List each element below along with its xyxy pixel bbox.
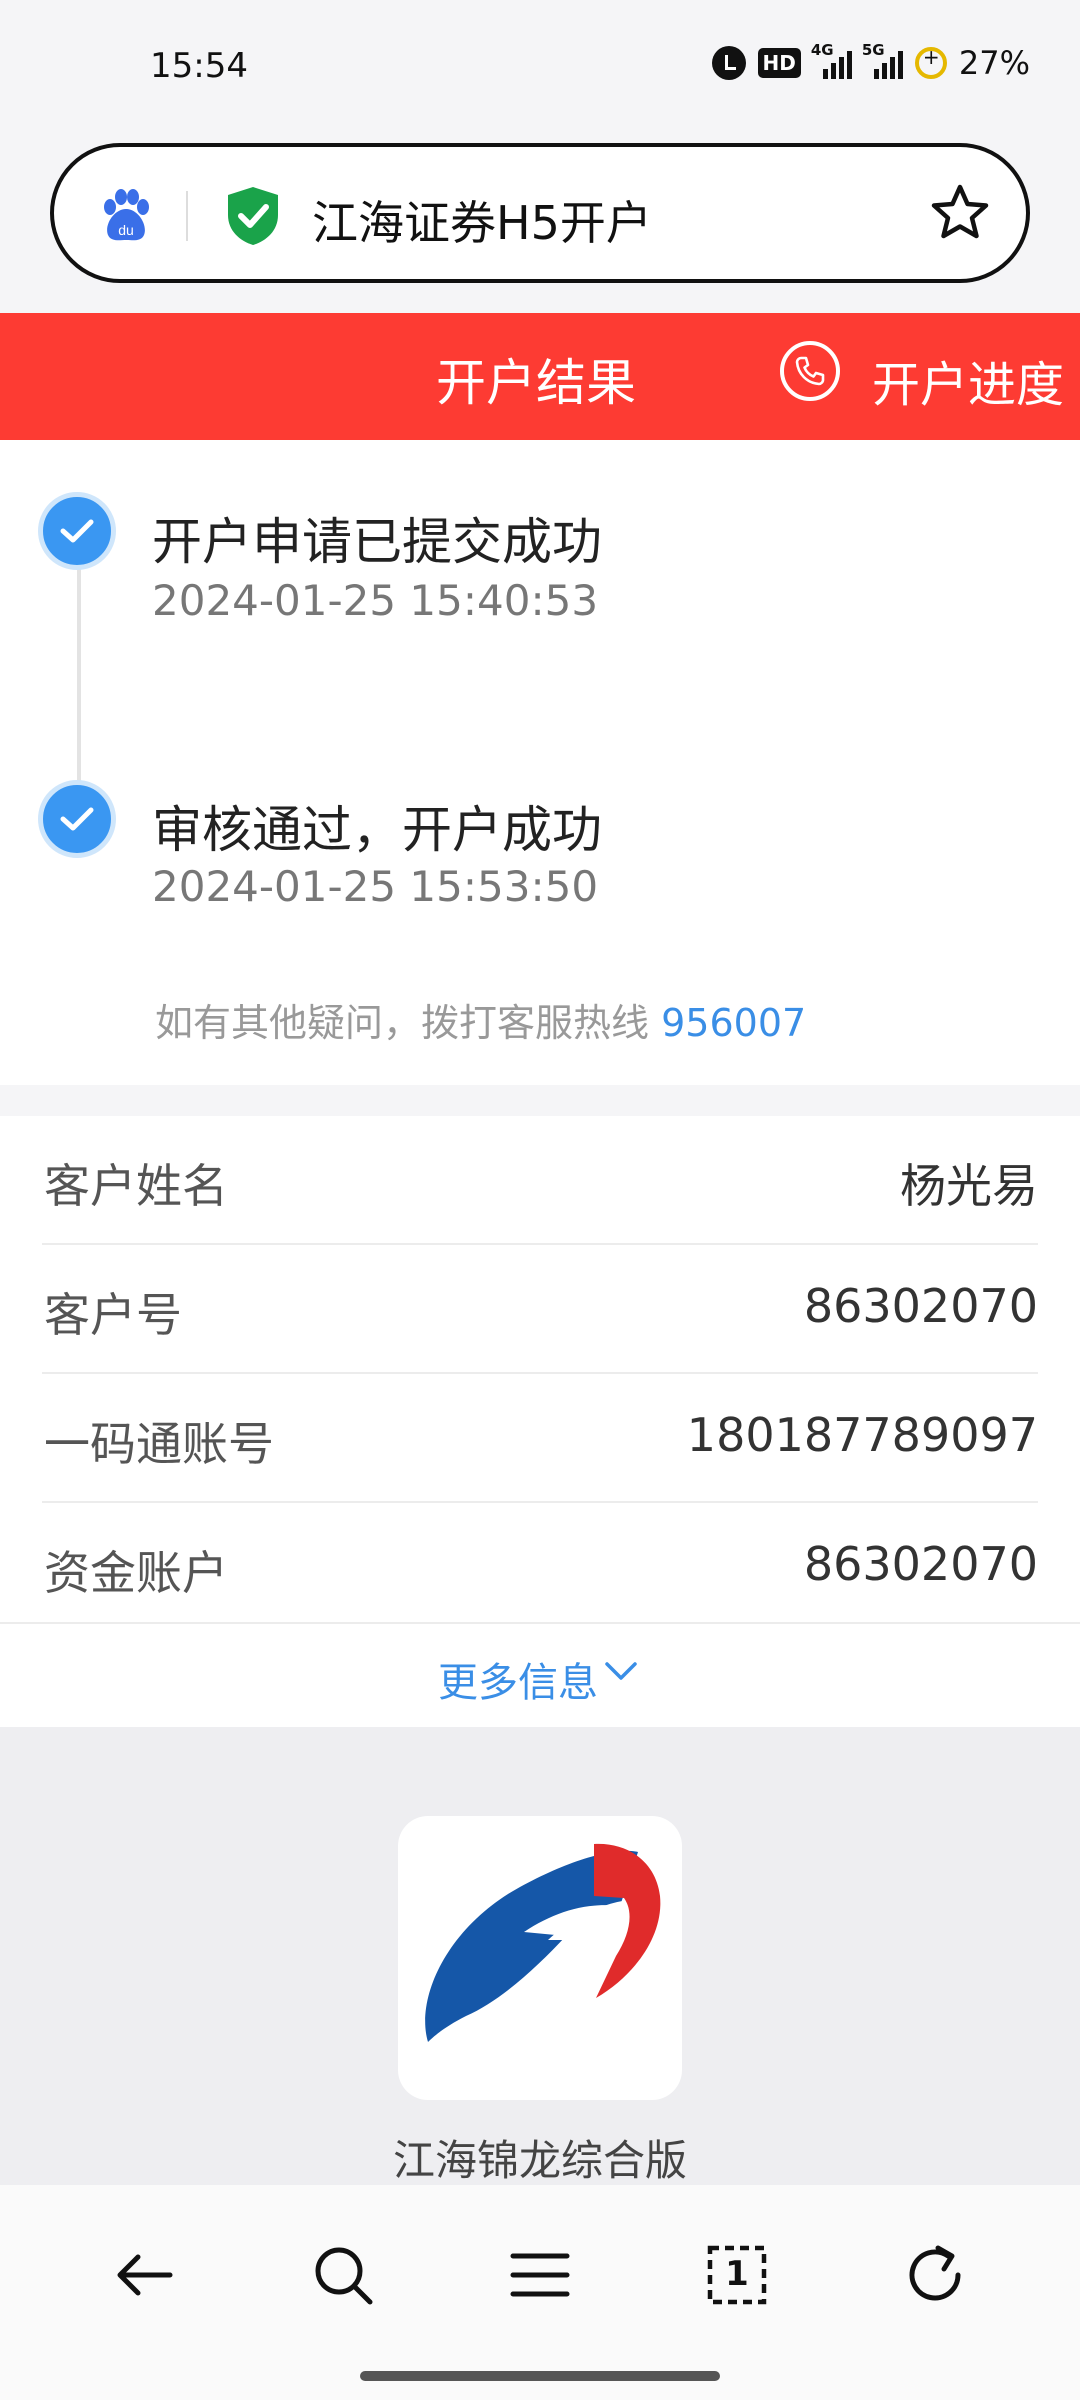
account-info-list: 客户姓名 杨光易 客户号 86302070 一码通账号 180187789097…: [0, 1116, 1080, 1630]
info-label: 客户号: [44, 1288, 182, 1342]
security-shield-icon: [228, 187, 278, 245]
info-value: 86302070: [803, 1279, 1038, 1333]
status-icons: HD 4G 5G 27%: [711, 41, 1030, 82]
page-title: 开户结果: [436, 354, 636, 412]
more-info-button[interactable]: 更多信息: [0, 1622, 1080, 1729]
hd-voice-icon: HD: [757, 48, 801, 78]
back-arrow-icon[interactable]: [110, 2240, 180, 2310]
phone-icon[interactable]: [780, 341, 840, 401]
info-row: 一码通账号 180187789097: [42, 1374, 1038, 1503]
refresh-icon[interactable]: [900, 2240, 970, 2310]
app-name: 江海锦龙综合版: [392, 2136, 687, 2185]
status-bar: 15:54 HD 4G 5G 27%: [0, 0, 1080, 135]
search-icon[interactable]: [308, 2240, 378, 2310]
address-bar[interactable]: du 江海证券H5开户: [50, 143, 1030, 283]
baidu-logo-icon[interactable]: du: [96, 185, 156, 245]
bookmark-star-icon[interactable]: [928, 181, 992, 245]
info-row: 客户号 86302070: [42, 1245, 1038, 1374]
signal-5g-icon: 5G: [862, 41, 903, 79]
hotline-text: 如有其他疑问，拨打客服热线: [155, 1001, 650, 1045]
account-progress-link[interactable]: 开户进度: [872, 345, 1064, 415]
timeline-step-time: 2024-01-25 15:40:53: [152, 576, 599, 625]
svg-text:du: du: [118, 222, 134, 238]
timeline-step-title: 开户申请已提交成功: [152, 513, 602, 571]
app-logo-icon[interactable]: [398, 1816, 682, 2100]
info-label: 资金账户: [44, 1546, 228, 1600]
page-header: 开户结果 开户进度: [0, 313, 1080, 440]
page-url-title[interactable]: 江海证券H5开户: [312, 187, 652, 253]
info-label: 客户姓名: [44, 1159, 228, 1213]
check-circle-icon: [38, 780, 116, 858]
result-timeline-card: 开户申请已提交成功 2024-01-25 15:40:53 审核通过，开户成功 …: [0, 440, 1080, 1085]
home-indicator[interactable]: [360, 2371, 720, 2381]
info-value: 86302070: [803, 1537, 1038, 1591]
hotline-number-link[interactable]: 956007: [661, 1001, 806, 1045]
info-row: 客户姓名 杨光易: [42, 1116, 1038, 1245]
alarm-icon: [711, 46, 746, 80]
tab-count: 1: [725, 2254, 749, 2294]
info-row: 资金账户 86302070: [42, 1503, 1038, 1630]
status-time: 15:54: [150, 46, 248, 86]
menu-icon[interactable]: [505, 2240, 575, 2310]
chevron-down-icon[interactable]: [604, 1660, 638, 1682]
more-info-label[interactable]: 更多信息: [438, 1650, 598, 1708]
timeline-step-time: 2024-01-25 15:53:50: [152, 862, 599, 911]
info-value: 180187789097: [686, 1408, 1038, 1462]
battery-saver-icon: [914, 45, 947, 79]
browser-bottom-nav: 1: [0, 2185, 1080, 2400]
hotline-note: 如有其他疑问，拨打客服热线 956007: [155, 992, 806, 1047]
timeline-step-title: 审核通过，开户成功: [152, 801, 602, 859]
battery-level: 27%: [958, 44, 1030, 82]
app-promo-section: 江海锦龙综合版: [0, 1727, 1080, 2185]
info-value: 杨光易: [900, 1159, 1038, 1213]
address-divider: [186, 191, 188, 241]
tabs-icon[interactable]: 1: [702, 2240, 772, 2310]
info-label: 一码通账号: [44, 1417, 274, 1471]
check-circle-icon: [38, 492, 116, 570]
signal-4g-icon: 4G: [811, 41, 852, 79]
